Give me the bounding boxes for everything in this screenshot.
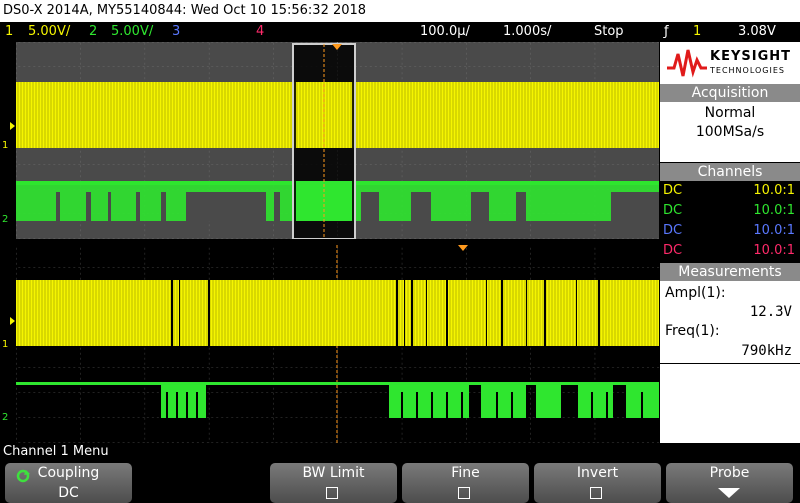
coupling-value: DC xyxy=(58,485,79,501)
trigger-source[interactable]: 1 xyxy=(693,22,701,42)
bw-limit-checkbox[interactable] xyxy=(326,487,338,499)
keysight-wave-icon xyxy=(667,49,707,78)
measurement-1-label: Ampl(1): xyxy=(665,285,726,301)
bw-limit-softkey[interactable]: BW Limit xyxy=(270,463,397,503)
measurement-2-value: 790kHz xyxy=(741,343,792,359)
run-state: Stop xyxy=(594,24,624,39)
ch1-scale[interactable]: 5.00V/ xyxy=(28,22,70,42)
fine-checkbox[interactable] xyxy=(458,487,470,499)
invert-label: Invert xyxy=(576,465,619,481)
ch1-number[interactable]: 1 xyxy=(5,22,13,42)
acquisition-rate: 100MSa/s xyxy=(695,124,765,140)
probe-softkey[interactable]: Probe xyxy=(666,463,793,503)
keysight-logo: KEYSIGHT TECHNOLOGIES xyxy=(660,42,800,84)
ch1-ground-marker-zoom[interactable]: 1 xyxy=(2,339,8,350)
ch2-ground-marker-zoom[interactable]: 2 xyxy=(2,412,8,423)
ch2-coupling: DC xyxy=(663,203,683,218)
logo-brand: KEYSIGHT xyxy=(710,49,791,64)
ch4-probe: 10.0:1 xyxy=(753,243,795,258)
logo-sub: TECHNOLOGIES xyxy=(710,66,785,75)
acquisition-header: Acquisition xyxy=(660,84,800,102)
trigger-slope-icon: ƒ xyxy=(664,24,669,39)
measurements-body[interactable]: Ampl(1): 12.3V Freq(1): 790kHz xyxy=(660,281,800,363)
ch1-probe: 10.0:1 xyxy=(753,183,795,198)
probe-label: Probe xyxy=(709,465,750,481)
ch2-ground-marker[interactable]: 2 xyxy=(2,214,8,225)
ch1-trace-zoom xyxy=(16,280,659,346)
status-bar: 1 5.00V/ 2 5.00V/ 3 4 100.0µ/ 1.000s/ St… xyxy=(0,22,800,42)
channels-header: Channels xyxy=(660,163,800,181)
fine-label: Fine xyxy=(451,465,480,481)
coupling-label: Coupling xyxy=(37,465,100,481)
window-title: DS0-X 2014A, MY55140844: Wed Oct 10 15:5… xyxy=(0,0,800,22)
ch3-coupling: DC xyxy=(663,223,683,238)
waveform-display[interactable] xyxy=(16,42,659,443)
side-panel-blank xyxy=(660,364,800,443)
menu-title: Channel 1 Menu xyxy=(0,443,800,460)
ch2-number[interactable]: 2 xyxy=(89,22,97,42)
channel-markers[interactable]: 1 1 2 2 xyxy=(0,42,16,443)
delay-readout[interactable]: 1.000s/ xyxy=(503,22,551,42)
trigger-level[interactable]: 3.08V xyxy=(738,22,776,42)
submenu-arrow-icon xyxy=(718,488,740,498)
acquisition-mode: Normal xyxy=(704,105,756,121)
timebase-readout[interactable]: 100.0µ/ xyxy=(420,22,470,42)
measurement-2-label: Freq(1): xyxy=(665,323,720,339)
ch1-coupling: DC xyxy=(663,183,683,198)
measurement-1-value: 12.3V xyxy=(749,304,792,320)
ch2-probe: 10.0:1 xyxy=(753,203,795,218)
ch2-scale[interactable]: 5.00V/ xyxy=(111,22,153,42)
ch1-trigger-level-marker[interactable] xyxy=(10,122,15,130)
acquisition-body[interactable]: Normal 100MSa/s xyxy=(660,102,800,162)
ch3-probe: 10.0:1 xyxy=(753,223,795,238)
ch3-number[interactable]: 3 xyxy=(172,22,180,42)
channels-body[interactable]: DC 10.0:1 DC 10.0:1 DC 10.0:1 DC 10.0:1 xyxy=(660,181,800,263)
fine-softkey[interactable]: Fine xyxy=(402,463,529,503)
bw-limit-label: BW Limit xyxy=(302,465,365,481)
side-panel: KEYSIGHT TECHNOLOGIES Acquisition Normal… xyxy=(660,42,800,443)
pane-divider xyxy=(16,239,659,245)
invert-checkbox[interactable] xyxy=(590,487,602,499)
ch1-trigger-level-marker-zoom[interactable] xyxy=(10,317,15,325)
softkey-bar: Coupling DC BW Limit Fine Invert Probe xyxy=(0,460,800,503)
coupling-softkey[interactable]: Coupling DC xyxy=(5,463,132,503)
ch1-ground-marker[interactable]: 1 xyxy=(2,140,8,151)
ch4-coupling: DC xyxy=(663,243,683,258)
invert-softkey[interactable]: Invert xyxy=(534,463,661,503)
ch4-number[interactable]: 4 xyxy=(256,22,264,42)
measurements-header: Measurements xyxy=(660,263,800,281)
